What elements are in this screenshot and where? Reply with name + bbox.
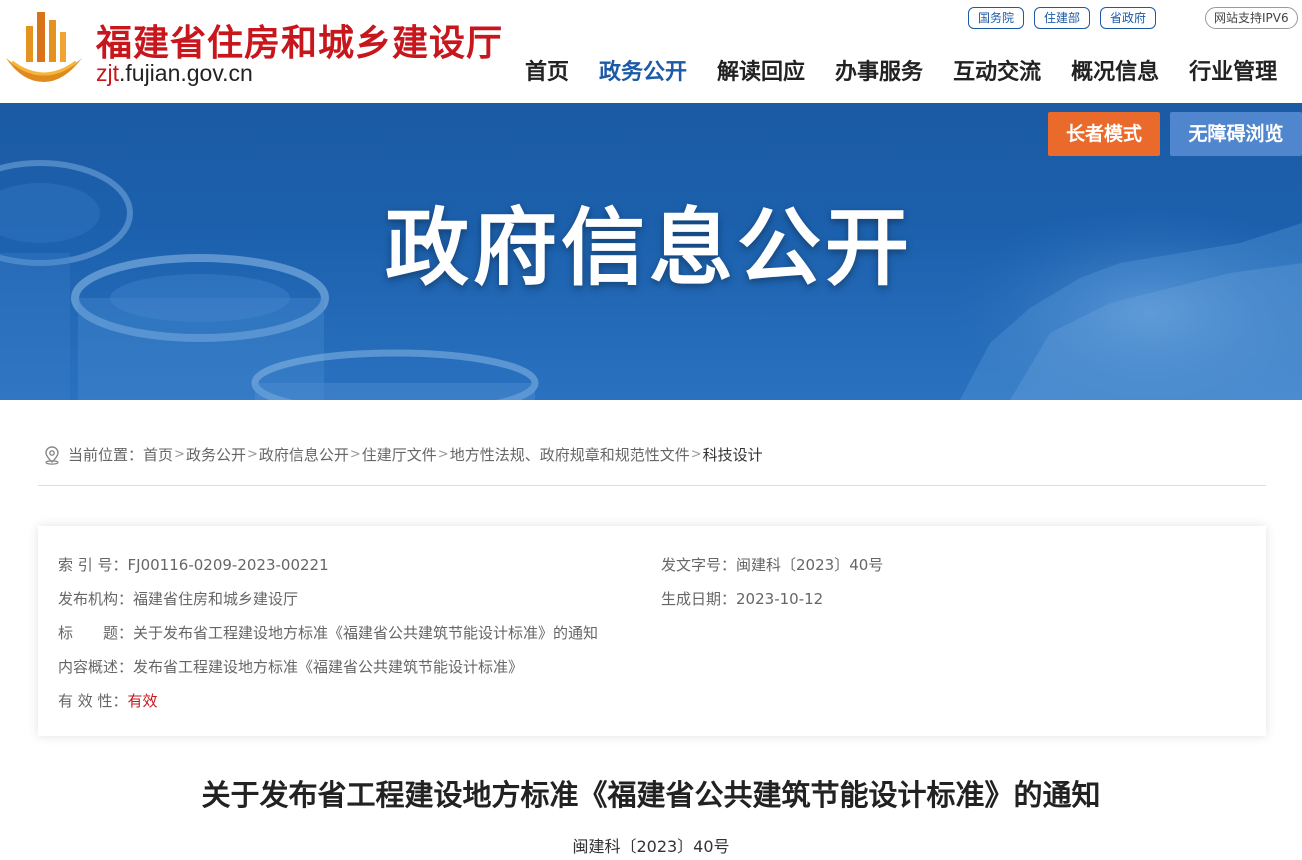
- article-doc-number: 闽建科〔2023〕40号: [572, 837, 730, 856]
- meta-doc-no-label: 发文字号：: [661, 556, 737, 574]
- nav-item-interpretation[interactable]: 解读回应: [702, 56, 820, 90]
- meta-validity-value: 有效: [127, 692, 158, 710]
- site-name[interactable]: 福建省住房和城乡建设厅: [96, 14, 503, 66]
- breadcrumb-separator: >: [690, 447, 702, 462]
- main-nav: 首页 政务公开 解读回应 办事服务 互动交流 概况信息 行业管理: [510, 56, 1292, 90]
- meta-validity: 有 效 性：有效: [58, 690, 158, 711]
- top-link-provincial-gov[interactable]: 省政府: [1100, 7, 1157, 29]
- breadcrumb-gov-affairs[interactable]: 政务公开: [186, 444, 246, 465]
- domain-highlight: zjt: [96, 60, 119, 86]
- breadcrumb-current[interactable]: 科技设计: [703, 444, 763, 465]
- breadcrumb-separator: >: [349, 447, 361, 462]
- breadcrumb-home[interactable]: 首页: [143, 444, 173, 465]
- meta-date-label: 生成日期：: [661, 590, 737, 608]
- meta-date-value: 2023-10-12: [736, 590, 824, 608]
- meta-doc-no: 发文字号：闽建科〔2023〕40号: [661, 554, 883, 575]
- meta-index-value: FJ00116-0209-2023-00221: [127, 556, 329, 574]
- breadcrumb-prefix: 当前位置：: [68, 446, 144, 464]
- breadcrumb-divider: [38, 485, 1266, 486]
- nav-item-overview[interactable]: 概况信息: [1056, 56, 1174, 90]
- accessible-browse-button[interactable]: 无障碍浏览: [1170, 112, 1302, 156]
- meta-title-value: 关于发布省工程建设地方标准《福建省公共建筑节能设计标准》的通知: [133, 624, 599, 642]
- meta-index-label: 索 引 号：: [58, 556, 128, 574]
- meta-title: 标 题：关于发布省工程建设地方标准《福建省公共建筑节能设计标准》的通知: [58, 622, 598, 643]
- breadcrumb: 当前位置： 首页 > 政务公开 > 政府信息公开 > 住建厅文件 > 地方性法规…: [42, 444, 763, 465]
- location-pin-icon: [45, 445, 59, 465]
- nav-item-home[interactable]: 首页: [510, 56, 584, 90]
- banner: 长者模式 无障碍浏览 政府信息公开: [0, 103, 1302, 400]
- breadcrumb-dept-docs[interactable]: 住建厅文件: [362, 444, 437, 465]
- banner-title: 政府信息公开: [384, 199, 913, 297]
- meta-publisher-value: 福建省住房和城乡建设厅: [133, 590, 299, 608]
- site-header: 福建省住房和城乡建设厅 zjt.fujian.gov.cn 国务院 住建部 省政…: [0, 0, 1302, 103]
- nav-item-interaction[interactable]: 互动交流: [938, 56, 1056, 90]
- breadcrumb-separator: >: [437, 447, 449, 462]
- site-domain: zjt.fujian.gov.cn: [96, 60, 253, 87]
- top-links: 国务院 住建部 省政府: [968, 7, 1157, 29]
- nav-item-gov-affairs[interactable]: 政务公开: [584, 56, 702, 90]
- meta-date: 生成日期：2023-10-12: [661, 588, 823, 609]
- top-link-state-council[interactable]: 国务院: [968, 7, 1025, 29]
- meta-index: 索 引 号：FJ00116-0209-2023-00221: [58, 554, 329, 575]
- nav-item-services[interactable]: 办事服务: [820, 56, 938, 90]
- nav-item-industry[interactable]: 行业管理: [1174, 56, 1292, 90]
- meta-validity-label: 有 效 性：: [58, 692, 128, 710]
- meta-doc-no-value: 闽建科〔2023〕40号: [736, 556, 884, 574]
- meta-summary-value: 发布省工程建设地方标准《福建省公共建筑节能设计标准》: [133, 658, 524, 676]
- elder-mode-button[interactable]: 长者模式: [1048, 112, 1160, 156]
- top-link-mohurd[interactable]: 住建部: [1034, 7, 1091, 29]
- domain-rest: .fujian.gov.cn: [119, 60, 253, 86]
- meta-publisher-label: 发布机构：: [58, 590, 134, 608]
- ipv6-badge: 网站支持IPV6: [1205, 7, 1298, 29]
- breadcrumb-separator: >: [174, 447, 185, 462]
- meta-summary-label: 内容概述：: [58, 658, 134, 676]
- meta-summary: 内容概述：发布省工程建设地方标准《福建省公共建筑节能设计标准》: [58, 656, 523, 677]
- meta-publisher: 发布机构：福建省住房和城乡建设厅: [58, 588, 298, 609]
- main-content: 当前位置： 首页 > 政务公开 > 政府信息公开 > 住建厅文件 > 地方性法规…: [0, 400, 1302, 860]
- breadcrumb-separator: >: [246, 447, 258, 462]
- article-title: 关于发布省工程建设地方标准《福建省公共建筑节能设计标准》的通知: [201, 778, 1101, 812]
- breadcrumb-regulations[interactable]: 地方性法规、政府规章和规范性文件: [450, 444, 690, 465]
- breadcrumb-gov-info[interactable]: 政府信息公开: [259, 444, 349, 465]
- building-logo-icon[interactable]: [2, 6, 86, 86]
- meta-title-label: 标 题：: [58, 624, 134, 642]
- document-meta-box: 索 引 号：FJ00116-0209-2023-00221 发文字号：闽建科〔2…: [38, 526, 1266, 736]
